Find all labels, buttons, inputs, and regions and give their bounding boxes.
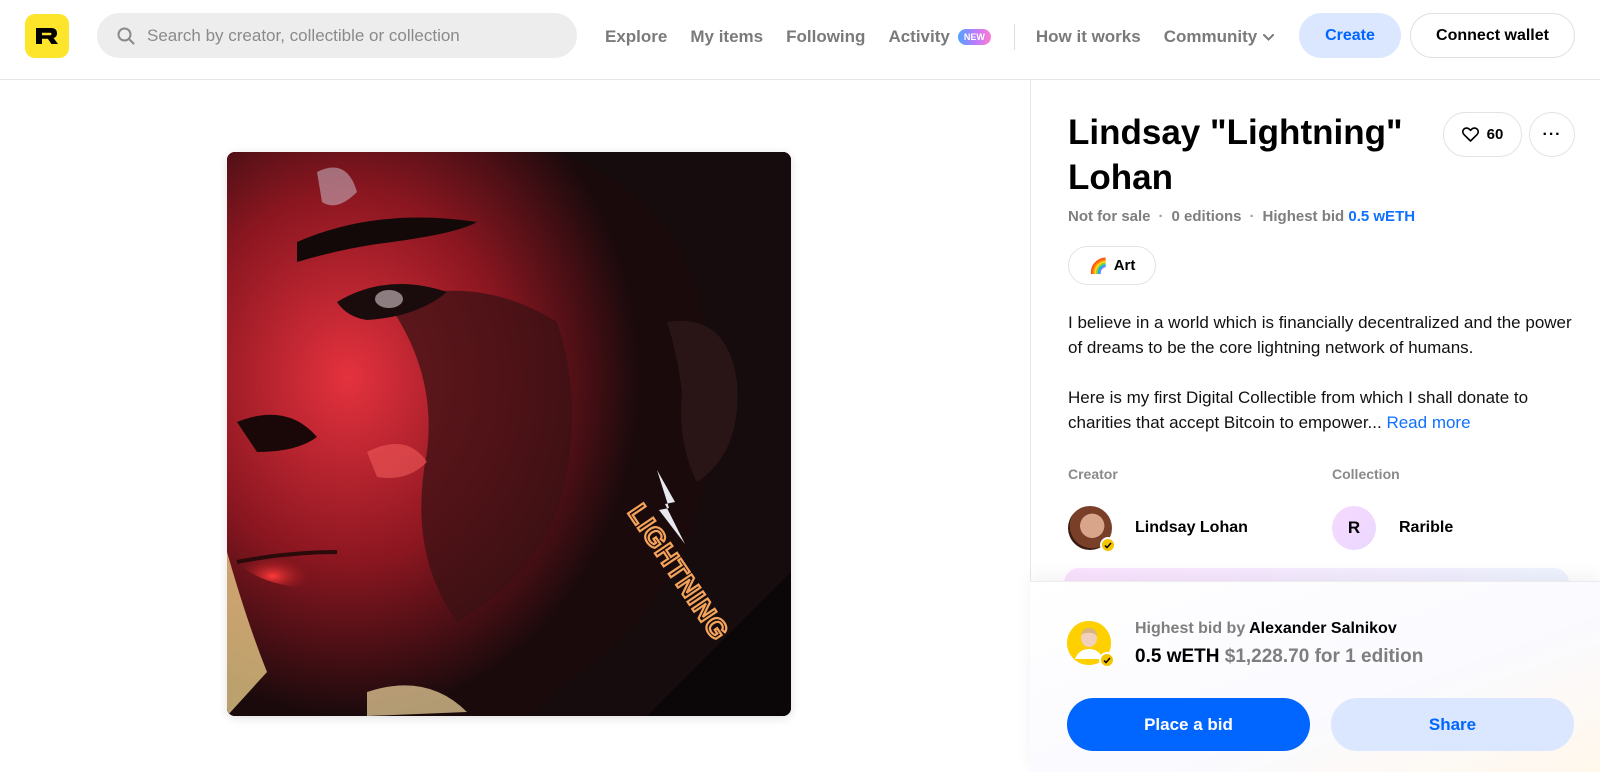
item-description: I believe in a world which is financiall…	[1068, 310, 1578, 435]
bid-card: Highest bid by Alexander Salnikov 0.5 wE…	[1030, 581, 1600, 772]
description-paragraph-1: I believe in a world which is financiall…	[1068, 313, 1572, 357]
creator-link[interactable]: Lindsay Lohan	[1068, 506, 1248, 553]
bid-amount-line: 0.5 wETH $1,228.70 for 1 edition	[1135, 646, 1423, 668]
like-button[interactable]: 60	[1443, 112, 1522, 157]
sale-status: Not for sale	[1068, 208, 1151, 225]
nav-following[interactable]: Following	[786, 27, 865, 47]
collection-logo-letter: R	[1347, 518, 1361, 537]
main-nav: Explore My items Following Activity NEW H…	[605, 24, 1297, 50]
bidder-name[interactable]: Alexander Salnikov	[1249, 620, 1397, 637]
nav-community-label: Community	[1163, 27, 1258, 46]
more-options-icon: ···	[1542, 125, 1562, 143]
heart-icon	[1461, 127, 1479, 142]
bid-amount: 0.5 wETH	[1135, 646, 1220, 667]
bid-by-line: Highest bid by Alexander Salnikov	[1135, 620, 1397, 638]
verified-badge-icon	[1100, 537, 1116, 553]
search-icon	[117, 27, 135, 44]
more-options-button[interactable]: ···	[1529, 112, 1575, 157]
connect-wallet-button[interactable]: Connect wallet	[1410, 13, 1575, 58]
category-tag-label: Art	[1113, 257, 1136, 274]
highest-bid-value: 0.5 wETH	[1348, 208, 1416, 225]
meta-separator: ·	[1249, 208, 1255, 225]
creator-avatar	[1068, 506, 1116, 553]
chevron-down-icon	[1263, 34, 1275, 41]
nav-activity[interactable]: Activity NEW	[888, 27, 991, 47]
top-header: Explore My items Following Activity NEW H…	[0, 0, 1600, 80]
rarible-logo[interactable]	[25, 14, 69, 58]
nav-explore[interactable]: Explore	[605, 27, 667, 47]
category-tag[interactable]: 🌈 Art	[1068, 246, 1157, 285]
create-button[interactable]: Create	[1299, 13, 1401, 58]
nav-my-items[interactable]: My items	[690, 27, 763, 47]
bid-by-prefix: Highest bid by	[1135, 620, 1246, 637]
bidder-avatar	[1067, 621, 1115, 668]
collection-name: Rarible	[1399, 519, 1454, 536]
search-bar[interactable]	[97, 13, 577, 58]
like-count: 60	[1486, 126, 1504, 143]
place-bid-button[interactable]: Place a bid	[1067, 698, 1310, 751]
search-input[interactable]	[147, 25, 567, 46]
rainbow-icon: 🌈	[1089, 257, 1108, 275]
collection-link[interactable]: R Rarible	[1332, 506, 1453, 550]
artwork-image[interactable]: LIGHTNING	[227, 152, 791, 716]
item-meta: Not for sale · 0 editions · Highest bid 0.5 …	[1068, 208, 1415, 225]
nav-how-it-works[interactable]: How it works	[1036, 27, 1141, 47]
share-button[interactable]: Share	[1331, 698, 1574, 751]
rarible-logo-icon	[36, 28, 58, 44]
collection-avatar: R	[1332, 506, 1376, 550]
bid-suffix: for 1 edition	[1314, 646, 1424, 667]
new-badge: NEW	[957, 29, 991, 45]
nav-divider	[1013, 24, 1015, 50]
nav-activity-label: Activity	[888, 27, 950, 46]
creator-label: Creator	[1068, 466, 1118, 482]
meta-separator: ·	[1158, 208, 1164, 225]
bid-usd: $1,228.70	[1224, 646, 1310, 667]
nav-community[interactable]: Community	[1164, 27, 1275, 47]
item-title: Lindsay "Lightning" Lohan	[1068, 113, 1403, 197]
read-more-link[interactable]: Read more	[1386, 413, 1470, 432]
collection-label: Collection	[1332, 466, 1400, 482]
creator-name: Lindsay Lohan	[1135, 519, 1248, 536]
editions-count: 0 editions	[1171, 208, 1242, 225]
artwork-area: LIGHTNING	[0, 80, 1030, 772]
artwork-portrait-illustration: LIGHTNING	[227, 152, 791, 716]
verified-badge-icon	[1099, 652, 1115, 668]
description-paragraph-2: Here is my first Digital Collectible fro…	[1068, 385, 1578, 435]
highest-bid-label: Highest bid	[1262, 208, 1345, 225]
